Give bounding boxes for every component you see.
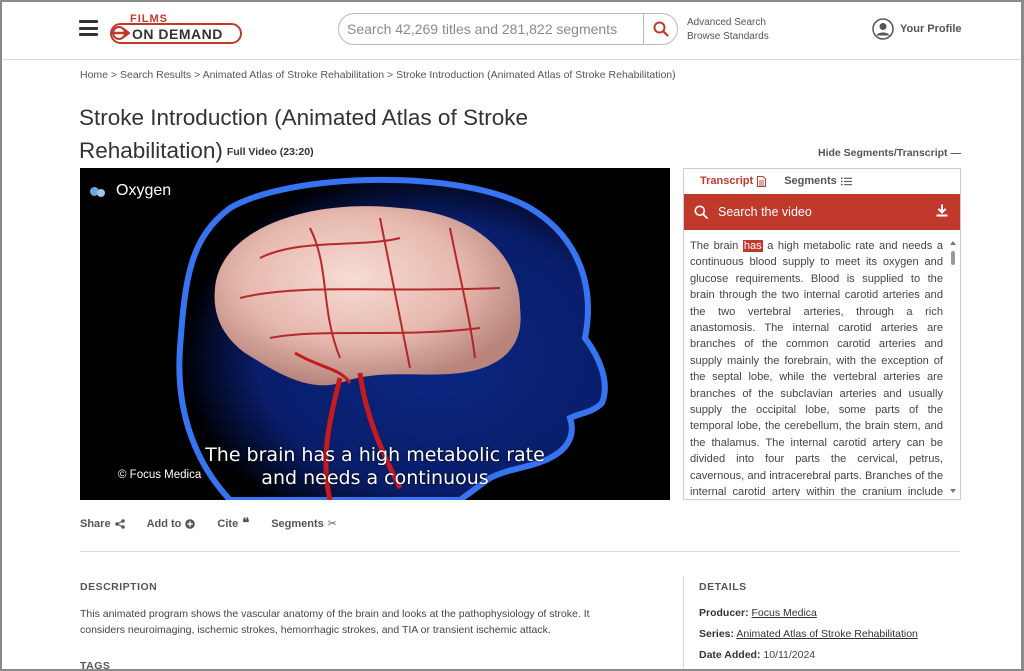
user-avatar-icon — [872, 18, 894, 40]
full-video-duration: Full Video (23:20) — [226, 146, 314, 158]
logo-arrow-icon — [112, 26, 130, 40]
breadcrumb-series[interactable]: Animated Atlas of Stroke Rehabilitation — [203, 69, 385, 81]
tab-segments[interactable]: Segments — [776, 169, 860, 193]
transcript-text: The brain has a high metabolic rate and … — [690, 240, 943, 496]
profile-button[interactable]: Your Profile — [872, 17, 962, 41]
hide-segments-transcript-toggle[interactable]: Hide Segments/Transcript — — [818, 147, 961, 159]
panel-tabs: Transcript Segments — [684, 169, 960, 193]
producer-link[interactable]: Focus Medica — [752, 607, 817, 619]
search-bar — [338, 13, 678, 45]
search-icon — [653, 21, 669, 37]
breadcrumb-search-results[interactable]: Search Results — [120, 69, 191, 81]
breadcrumb-home[interactable]: Home — [80, 69, 108, 81]
column-divider — [683, 576, 684, 669]
video-copyright: © Focus Medica — [118, 469, 202, 481]
transcript-scrollbar[interactable] — [949, 238, 958, 496]
download-icon[interactable] — [936, 204, 948, 217]
hamburger-menu-icon[interactable] — [79, 20, 98, 36]
search-video-label: Search the video — [718, 205, 812, 219]
video-caption: The brain has a high metabolic rate and … — [205, 444, 545, 489]
scroll-down-icon[interactable] — [950, 489, 956, 493]
search-icon — [694, 205, 708, 219]
cite-button[interactable]: Cite ❝ — [217, 517, 249, 530]
search-input[interactable] — [339, 14, 645, 44]
share-icon — [114, 518, 125, 529]
section-divider — [80, 551, 960, 552]
breadcrumb-current: Stroke Introduction (Animated Atlas of S… — [396, 69, 676, 81]
scrollbar-thumb[interactable] — [951, 251, 955, 265]
tags-heading: TAGS — [80, 660, 111, 671]
search-video-bar[interactable]: Search the video — [684, 194, 960, 230]
description-heading: DESCRIPTION — [80, 581, 158, 593]
transcript-panel: Transcript Segments Search the video The… — [683, 168, 961, 500]
quote-icon: ❝ — [242, 515, 250, 531]
video-overlay-label: Oxygen — [116, 182, 172, 199]
description-text: This animated program shows the vascular… — [80, 608, 590, 636]
scroll-up-icon[interactable] — [950, 241, 956, 245]
list-icon — [840, 177, 852, 185]
share-button[interactable]: Share — [80, 517, 125, 530]
advanced-search-link[interactable]: Advanced Search — [687, 16, 769, 30]
oxygen-bubble-icon — [97, 189, 105, 197]
page-title: Stroke Introduction (Animated Atlas of S… — [79, 105, 528, 163]
add-to-button[interactable]: Add to — [147, 517, 196, 530]
browse-standards-link[interactable]: Browse Standards — [687, 30, 769, 44]
search-button[interactable] — [643, 14, 677, 44]
details-heading: DETAILS — [699, 581, 747, 593]
breadcrumb: Home > Search Results > Animated Atlas o… — [80, 69, 676, 81]
profile-label: Your Profile — [900, 23, 962, 35]
transcript-highlight: has — [742, 240, 763, 252]
video-actions: Share Add to Cite ❝ Segments ✂ — [80, 517, 337, 531]
detail-producer: Producer: Focus Medica — [699, 607, 817, 619]
document-icon — [757, 175, 767, 187]
scissors-icon: ✂ — [327, 517, 337, 530]
tab-transcript[interactable]: Transcript — [692, 169, 774, 193]
films-on-demand-logo[interactable]: FILMS ON DEMAND — [108, 13, 244, 45]
segments-button[interactable]: Segments ✂ — [271, 517, 337, 530]
page: FILMS ON DEMAND Advanced Search Browse S… — [0, 0, 1024, 671]
top-header: FILMS ON DEMAND Advanced Search Browse S… — [2, 2, 1021, 60]
search-links: Advanced Search Browse Standards — [687, 16, 769, 44]
video-player[interactable]: Oxygen The brain has a high metabolic ra… — [80, 168, 670, 500]
plus-circle-icon — [185, 518, 196, 529]
detail-date-added: Date Added: 10/11/2024 — [699, 649, 816, 661]
detail-series: Series: Animated Atlas of Stroke Rehabil… — [699, 628, 918, 640]
series-link[interactable]: Animated Atlas of Stroke Rehabilitation — [736, 628, 918, 640]
